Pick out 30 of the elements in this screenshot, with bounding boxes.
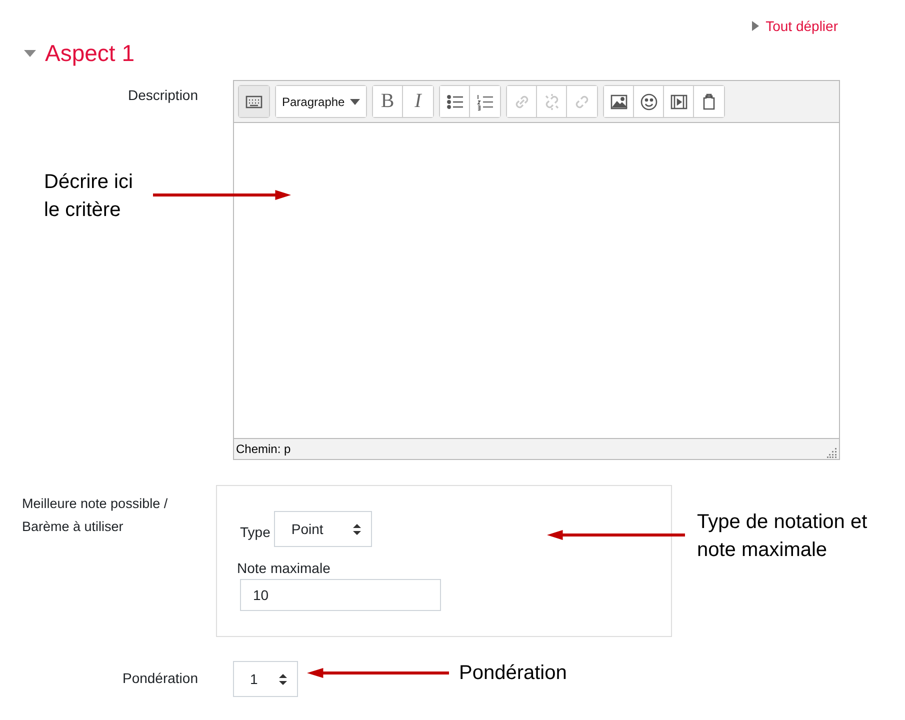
image-icon [610, 92, 628, 110]
emoji-icon [640, 92, 658, 110]
collapse-icon[interactable] [24, 47, 36, 59]
expand-all-link[interactable]: Tout déplier [752, 16, 838, 36]
type-label: Type [240, 523, 270, 540]
format-dropdown[interactable]: Paragraphe [276, 86, 366, 117]
expand-triangle-icon [752, 21, 759, 31]
numbers-icon [476, 92, 494, 110]
bullets-button[interactable] [440, 86, 470, 117]
resize-handle-icon[interactable] [827, 448, 837, 458]
max-grade-field[interactable]: 10 [240, 579, 441, 611]
annotation-text: Décrire ici le critère [44, 170, 134, 223]
element-path: Chemin: p [236, 442, 291, 456]
annotation-text: Pondération [459, 661, 568, 686]
weight-select[interactable]: 1 [233, 661, 298, 697]
field-label: Pondération [122, 670, 198, 686]
unlink-icon [542, 92, 560, 110]
caret-icon [350, 98, 360, 104]
type-select[interactable]: Point [274, 511, 372, 547]
max-grade-label: Note maximale [237, 560, 332, 576]
section-title: Aspect 1 [45, 40, 134, 66]
media-icon [670, 92, 688, 110]
field-label: Meilleure note possible / Barème à utiliser [22, 495, 169, 536]
up-down-arrows-icon [353, 524, 362, 534]
annotation-text: Type de notation et note maximale [697, 510, 868, 563]
bold-button[interactable]: B [373, 86, 403, 117]
field-label: Description [128, 87, 198, 103]
image-button[interactable] [604, 86, 634, 117]
bullets-icon [446, 92, 464, 110]
up-down-arrows-icon [279, 674, 287, 684]
